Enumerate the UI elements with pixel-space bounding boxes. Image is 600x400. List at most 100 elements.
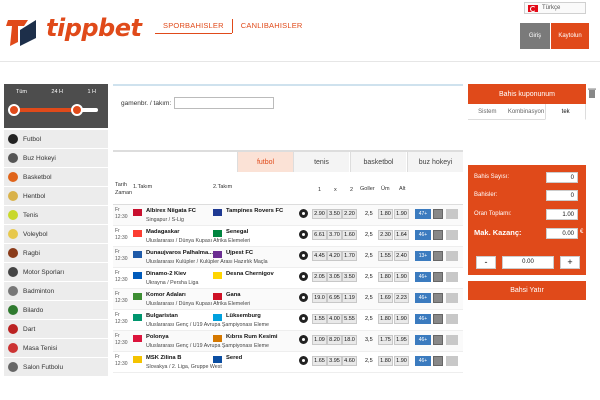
odd-2-button[interactable]: 4.60 bbox=[342, 356, 357, 366]
odd-1-button[interactable]: 6.61 bbox=[312, 230, 327, 240]
more-bets-button[interactable]: 46+ bbox=[415, 314, 431, 324]
team2-name[interactable]: Tampines Rovers FC bbox=[226, 208, 283, 214]
search-input[interactable] bbox=[174, 97, 275, 109]
tab-tenis[interactable]: tenis bbox=[293, 152, 349, 172]
language-select[interactable]: Türkçe bbox=[524, 2, 586, 14]
tab-basketbol[interactable]: basketbol bbox=[350, 152, 406, 172]
team1-name[interactable]: Dinamo-2 Kiev bbox=[146, 271, 186, 277]
nav-live-betting[interactable]: CANLIBAHISLER bbox=[233, 18, 311, 34]
statistics-icon[interactable] bbox=[433, 209, 443, 219]
odd-2-button[interactable]: 1.70 bbox=[342, 251, 357, 261]
odd-2-button[interactable]: 18.0 bbox=[342, 335, 357, 345]
odd-under-button[interactable]: 2.40 bbox=[394, 251, 409, 261]
odd-2-button[interactable]: 1.60 bbox=[342, 230, 357, 240]
statistics-icon[interactable] bbox=[433, 356, 443, 366]
sidebar-item-table-tennis[interactable]: Masa Tenisi bbox=[4, 339, 108, 358]
odd-1-button[interactable]: 4.45 bbox=[312, 251, 327, 261]
odd-under-button[interactable]: 1.90 bbox=[394, 209, 409, 219]
team2-name[interactable]: Kıbrıs Rum Kesimi bbox=[226, 334, 278, 340]
sidebar-item-motorsport[interactable]: Motor Sporları bbox=[4, 263, 108, 282]
tab-futbol[interactable]: futbol bbox=[237, 152, 293, 172]
odd-over-button[interactable]: 1.75 bbox=[378, 335, 393, 345]
odd-under-button[interactable]: 1.64 bbox=[394, 230, 409, 240]
sidebar-item-futsal[interactable]: Salon Futbolu bbox=[4, 358, 108, 377]
login-button[interactable]: Giriş bbox=[520, 23, 550, 49]
sidebar-item-tennis[interactable]: Tenis bbox=[4, 206, 108, 225]
sidebar-item-basketball[interactable]: Basketbol bbox=[4, 168, 108, 187]
sidebar-item-badminton[interactable]: Badminton bbox=[4, 282, 108, 301]
stake-decrease-button[interactable]: - bbox=[476, 256, 496, 269]
odd-over-button[interactable]: 1.80 bbox=[378, 209, 393, 219]
odd-under-button[interactable]: 1.90 bbox=[394, 356, 409, 366]
more-bets-button[interactable]: 46+ bbox=[415, 272, 431, 282]
odd-2-button[interactable]: 2.20 bbox=[342, 209, 357, 219]
odd-x-button[interactable]: 4.00 bbox=[327, 314, 342, 324]
team1-name[interactable]: Madagaskar bbox=[146, 229, 180, 235]
odd-1-button[interactable]: 1.55 bbox=[312, 314, 327, 324]
statistics-icon[interactable] bbox=[433, 314, 443, 324]
tab-buz-hokeyi[interactable]: buz hokeyi bbox=[407, 152, 463, 172]
sidebar-item-rugby[interactable]: Ragbi bbox=[4, 244, 108, 263]
tippbet-logo[interactable]: tippbet bbox=[6, 8, 142, 52]
odd-x-button[interactable]: 3.50 bbox=[327, 209, 342, 219]
team1-name[interactable]: Polonya bbox=[146, 334, 169, 340]
team2-name[interactable]: Lüksemburg bbox=[226, 313, 261, 319]
team1-name[interactable]: Bulgaristan bbox=[146, 313, 178, 319]
odd-over-button[interactable]: 2.30 bbox=[378, 230, 393, 240]
odd-1-button[interactable]: 1.65 bbox=[312, 356, 327, 366]
stake-amount-input[interactable]: 0.00 bbox=[502, 256, 554, 269]
odd-2-button[interactable]: 3.50 bbox=[342, 272, 357, 282]
team2-name[interactable]: Desna Chernigov bbox=[226, 271, 274, 277]
stake-increase-button[interactable]: + bbox=[560, 256, 580, 269]
team1-name[interactable]: Albirex Niigata FC bbox=[146, 208, 196, 214]
team2-name[interactable]: Sered bbox=[226, 355, 242, 361]
odd-1-button[interactable]: 2.05 bbox=[312, 272, 327, 282]
odd-1-button[interactable]: 1.09 bbox=[312, 335, 327, 345]
odd-under-button[interactable]: 1.90 bbox=[394, 272, 409, 282]
team2-name[interactable]: Ujpest FC bbox=[226, 250, 253, 256]
statistics-icon[interactable] bbox=[433, 230, 443, 240]
odd-1-button[interactable]: 19.0 bbox=[312, 293, 327, 303]
team2-name[interactable]: Gana bbox=[226, 292, 241, 298]
coupon-tab-single[interactable]: tek bbox=[545, 104, 587, 120]
odd-under-button[interactable]: 1.90 bbox=[394, 314, 409, 324]
team1-name[interactable]: MSK Zilina B bbox=[146, 355, 181, 361]
odd-2-button[interactable]: 1.19 bbox=[342, 293, 357, 303]
statistics-icon[interactable] bbox=[433, 251, 443, 261]
odd-x-button[interactable]: 3.95 bbox=[327, 356, 342, 366]
odd-over-button[interactable]: 1.55 bbox=[378, 251, 393, 261]
odd-2-button[interactable]: 5.55 bbox=[342, 314, 357, 324]
team1-name[interactable]: Dunaujvaros Palhalma... bbox=[146, 250, 213, 256]
more-bets-button[interactable]: 46+ bbox=[415, 293, 431, 303]
time-filter-handle-start[interactable] bbox=[8, 104, 20, 116]
time-filter-handle-end[interactable] bbox=[71, 104, 83, 116]
nav-sports-betting[interactable]: SPORBAHISLER bbox=[155, 18, 232, 34]
odd-x-button[interactable]: 8.20 bbox=[327, 335, 342, 345]
team1-name[interactable]: Komor Adaları bbox=[146, 292, 186, 298]
statistics-icon[interactable] bbox=[433, 272, 443, 282]
more-bets-button[interactable]: 47+ bbox=[415, 209, 431, 219]
register-button[interactable]: Kaytolun bbox=[551, 23, 589, 49]
sidebar-item-handball[interactable]: Hentbol bbox=[4, 187, 108, 206]
place-bet-button[interactable]: Bahsi Yatır bbox=[468, 280, 586, 300]
coupon-tab-system[interactable]: Sistem bbox=[468, 104, 507, 120]
sidebar-item-dart[interactable]: Dart bbox=[4, 320, 108, 339]
odd-x-button[interactable]: 3.70 bbox=[327, 230, 342, 240]
odd-x-button[interactable]: 4.20 bbox=[327, 251, 342, 261]
odd-over-button[interactable]: 1.80 bbox=[378, 272, 393, 282]
trash-icon[interactable] bbox=[588, 88, 596, 98]
odd-under-button[interactable]: 2.23 bbox=[394, 293, 409, 303]
odd-over-button[interactable]: 1.80 bbox=[378, 314, 393, 324]
more-bets-button[interactable]: 46+ bbox=[415, 356, 431, 366]
sidebar-item-billiards[interactable]: Bilardo bbox=[4, 301, 108, 320]
sidebar-item-volleyball[interactable]: Voleybol bbox=[4, 225, 108, 244]
odd-over-button[interactable]: 1.80 bbox=[378, 356, 393, 366]
more-bets-button[interactable]: 13+ bbox=[415, 251, 431, 261]
more-bets-button[interactable]: 46+ bbox=[415, 335, 431, 345]
statistics-icon[interactable] bbox=[433, 335, 443, 345]
odd-over-button[interactable]: 1.69 bbox=[378, 293, 393, 303]
coupon-tab-combination[interactable]: Kombinasyon bbox=[506, 104, 546, 120]
odd-under-button[interactable]: 1.95 bbox=[394, 335, 409, 345]
sidebar-item-ice-hockey[interactable]: Buz Hokeyi bbox=[4, 149, 108, 168]
more-bets-button[interactable]: 46+ bbox=[415, 230, 431, 240]
